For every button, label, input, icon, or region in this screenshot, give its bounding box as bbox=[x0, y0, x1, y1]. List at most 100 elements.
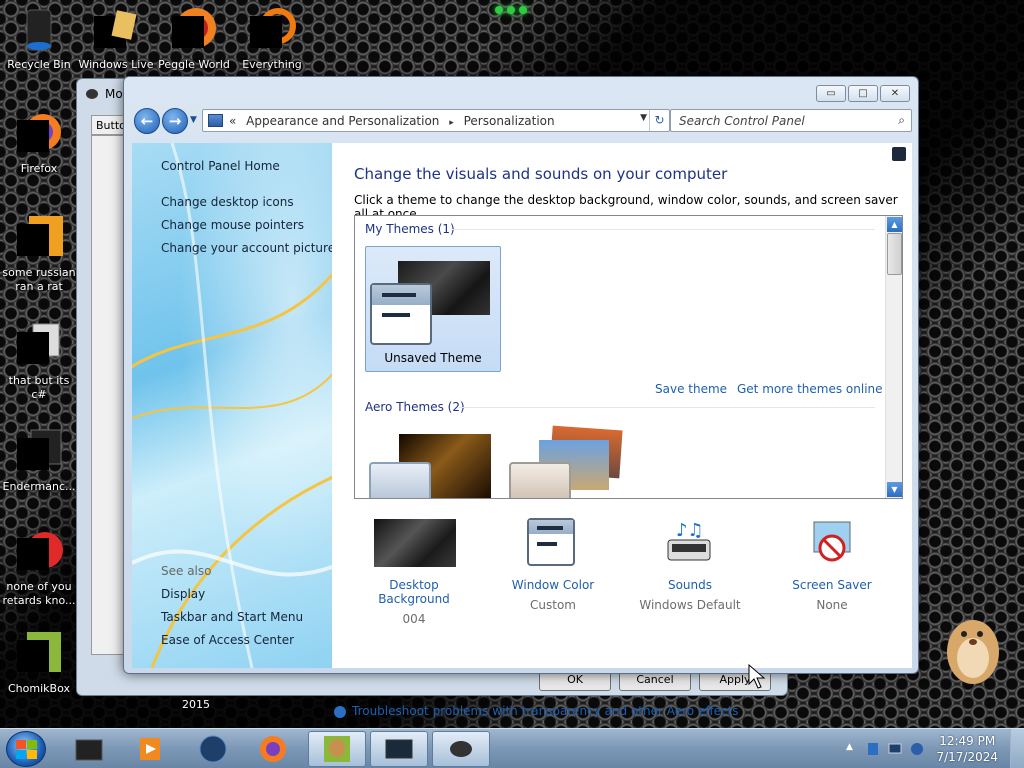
personalization-window[interactable]: ▭ □ ✕ ← → ▼ « Appearance and Personaliza… bbox=[123, 76, 919, 718]
clock-time: 12:49 PM bbox=[939, 734, 996, 748]
taskbar-mouse[interactable] bbox=[432, 731, 490, 767]
change-account-picture-link[interactable]: Change your account picture bbox=[161, 241, 332, 255]
ease-of-access-link[interactable]: Ease of Access Center bbox=[161, 633, 294, 647]
desktop-icon-label: none of you retards kno... bbox=[2, 580, 76, 607]
back-button[interactable]: ← bbox=[134, 108, 160, 134]
theme-aero-2[interactable] bbox=[505, 425, 641, 498]
search-box[interactable]: Search Control Panel ⌕ bbox=[670, 109, 912, 132]
terminal-icon bbox=[75, 739, 103, 761]
search-icon[interactable]: ⌕ bbox=[898, 113, 905, 128]
scroll-down-icon[interactable]: ▼ bbox=[887, 482, 902, 497]
theme-aero-1[interactable] bbox=[365, 428, 501, 498]
page-title: Change the visuals and sounds on your co… bbox=[354, 165, 728, 183]
get-more-themes-link[interactable]: Get more themes online bbox=[737, 382, 883, 396]
recycle-bin-icon bbox=[15, 6, 63, 54]
taskbar-terminal[interactable] bbox=[60, 731, 118, 767]
taskbar-start-menu-link[interactable]: Taskbar and Start Menu bbox=[161, 610, 303, 624]
troubleshoot-link[interactable]: Troubleshoot problems with transparency … bbox=[352, 704, 739, 718]
app-icon bbox=[15, 528, 63, 576]
show-desktop-button[interactable] bbox=[1010, 729, 1024, 768]
breadcrumb-overflow[interactable]: « bbox=[229, 114, 236, 128]
desktop-icon-label: Recycle Bin bbox=[7, 58, 71, 71]
sounds-item[interactable]: ♪♫ Sounds Windows Default bbox=[630, 518, 750, 612]
caption-buttons: ▭ □ ✕ bbox=[816, 85, 910, 102]
desktop-icon-label: that but its c# bbox=[8, 374, 70, 401]
window-color-thumbnail bbox=[369, 462, 431, 498]
change-desktop-icons-link[interactable]: Change desktop icons bbox=[161, 195, 294, 209]
scroll-thumb[interactable] bbox=[887, 233, 902, 275]
maximize-button[interactable]: □ bbox=[848, 85, 878, 102]
firefox-icon bbox=[15, 110, 63, 158]
desktop-background-label[interactable]: Desktop Background bbox=[354, 578, 474, 606]
svg-text:♪♫: ♪♫ bbox=[676, 520, 704, 541]
taskbar-display[interactable] bbox=[370, 731, 428, 767]
sounds-icon: ♪♫ bbox=[650, 518, 730, 566]
desktop-icon-chomikbox[interactable]: ChomikBox bbox=[1, 630, 77, 696]
breadcrumb-personalization[interactable]: Personalization bbox=[464, 114, 555, 128]
main-content: Change the visuals and sounds on your co… bbox=[332, 143, 912, 718]
breadcrumb-appearance[interactable]: Appearance and Personalization bbox=[246, 114, 439, 128]
save-theme-link[interactable]: Save theme bbox=[655, 382, 727, 396]
show-hidden-icons[interactable]: ▲ bbox=[846, 742, 860, 756]
start-button[interactable] bbox=[6, 731, 46, 767]
desktop-icon-label: Peggle World bbox=[158, 58, 230, 71]
desktop-background-icon bbox=[374, 518, 456, 567]
theme-unsaved[interactable]: Unsaved Theme bbox=[365, 246, 501, 372]
control-panel-home-link[interactable]: Control Panel Home bbox=[161, 159, 280, 173]
breadcrumb-separator[interactable]: ▸ bbox=[449, 118, 454, 128]
scroll-up-icon[interactable]: ▲ bbox=[887, 217, 902, 232]
display-icon bbox=[385, 739, 413, 759]
bluetooth-icon[interactable] bbox=[866, 742, 880, 756]
search-placeholder: Search Control Panel bbox=[679, 114, 805, 128]
help-icon[interactable] bbox=[892, 147, 906, 161]
address-bar[interactable]: « Appearance and Personalization ▸ Perso… bbox=[202, 109, 670, 132]
themes-list[interactable]: My Themes (1) Unsaved Theme Save theme G… bbox=[354, 215, 903, 499]
desktop-icon-everything[interactable]: Everything bbox=[234, 6, 310, 72]
window-color-value: Custom bbox=[530, 598, 576, 612]
desktop-icon-that-but-its-c[interactable]: that but its c# bbox=[1, 322, 77, 402]
mouse-icon bbox=[450, 741, 472, 757]
desktop-icon-none-of-you[interactable]: none of you retards kno... bbox=[1, 528, 77, 608]
themes-scrollbar[interactable]: ▲ ▼ bbox=[885, 216, 902, 498]
change-mouse-pointers-link[interactable]: Change mouse pointers bbox=[161, 218, 304, 232]
taskbar-firefox[interactable] bbox=[244, 731, 302, 767]
taskbar-chomikbox[interactable] bbox=[308, 731, 366, 767]
window-color-thumbnail bbox=[509, 462, 571, 498]
address-dropdown-icon[interactable]: ▼ bbox=[640, 113, 647, 123]
refresh-icon[interactable]: ↻ bbox=[649, 110, 669, 131]
volume-icon[interactable] bbox=[910, 742, 924, 756]
minimize-button[interactable]: ▭ bbox=[816, 85, 846, 102]
windows-live-icon bbox=[92, 6, 140, 54]
window-color-icon bbox=[513, 518, 593, 566]
taskbar-media-player[interactable] bbox=[120, 731, 178, 767]
clock[interactable]: 12:49 PM 7/17/2024 bbox=[936, 733, 998, 765]
control-panel-icon bbox=[208, 114, 223, 127]
forward-button[interactable]: → bbox=[162, 108, 188, 134]
desktop-icon-recycle-bin[interactable]: Recycle Bin bbox=[1, 6, 77, 72]
display-link[interactable]: Display bbox=[161, 587, 205, 601]
screen-saver-icon bbox=[792, 518, 872, 566]
screen-saver-item[interactable]: Screen Saver None bbox=[772, 518, 892, 612]
my-themes-header: My Themes (1) bbox=[365, 222, 455, 236]
desktop-icon-peggle-world[interactable]: Peggle World bbox=[156, 6, 232, 72]
see-also-header: See also bbox=[161, 564, 212, 578]
window-color-label[interactable]: Window Color bbox=[493, 578, 613, 592]
aero-themes-header: Aero Themes (2) bbox=[365, 400, 465, 414]
divider bbox=[459, 407, 875, 408]
sounds-label[interactable]: Sounds bbox=[630, 578, 750, 592]
recent-pages-chevron-icon[interactable]: ▼ bbox=[190, 115, 197, 125]
screen-saver-label[interactable]: Screen Saver bbox=[772, 578, 892, 592]
taskbar-globe[interactable] bbox=[184, 731, 242, 767]
window-color-item[interactable]: Window Color Custom bbox=[493, 518, 613, 612]
close-button[interactable]: ✕ bbox=[880, 85, 910, 102]
desktop-icon-firefox[interactable]: Firefox bbox=[1, 110, 77, 176]
desktop-icon-endermanc[interactable]: Endermanc... bbox=[1, 428, 77, 494]
theme-label: Unsaved Theme bbox=[384, 351, 482, 365]
network-icon[interactable] bbox=[888, 742, 902, 756]
desktop-icon-some-russian[interactable]: some russian ran a rat bbox=[1, 214, 77, 294]
desktop-icon-label: Firefox bbox=[20, 162, 58, 175]
hamster-gadget-icon bbox=[947, 620, 999, 684]
year-label: 2015 bbox=[182, 698, 210, 711]
desktop-background-item[interactable]: Desktop Background 004 bbox=[354, 518, 474, 626]
desktop-icon-windows-live[interactable]: Windows Live bbox=[78, 6, 154, 72]
